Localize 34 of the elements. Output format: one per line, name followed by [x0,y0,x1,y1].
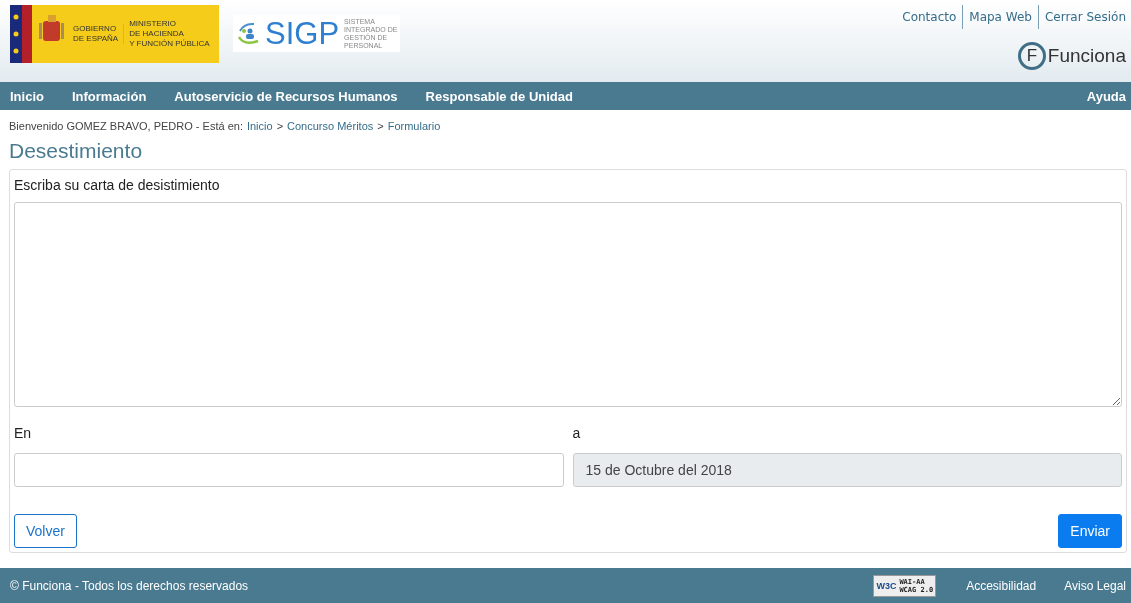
field-label: En [14,425,33,441]
breadcrumb-link[interactable]: Concurso Méritos [287,120,374,132]
help-link[interactable]: Ayuda [1086,88,1126,104]
header-link[interactable]: Cerrar Sesión [1037,5,1126,29]
footer-link[interactable]: Accesibilidad [966,578,1037,593]
place-field[interactable] [14,453,564,487]
logo-text: DE ESPAÑA [73,34,119,44]
footer-link[interactable]: Aviso Legal [1064,578,1126,593]
logo-text: DE HACIENDA [129,29,185,39]
welcome-text: Bienvenido GOMEZ BRAVO, PEDRO - Está en: [9,120,243,132]
breadcrumb-link[interactable]: Inicio [246,120,273,132]
breadcrumb-link[interactable]: Formulario [387,120,441,132]
nav-item[interactable]: Inicio [10,88,44,104]
send-button[interactable]: Enviar [1058,514,1122,548]
nav-item[interactable]: Autoservicio de Recursos Humanos [174,88,398,104]
letter-field[interactable] [14,202,1122,407]
breadcrumb-separator: > [377,120,384,132]
copyright-text: © Funciona - Todos los derechos reservados [10,578,249,593]
header-link[interactable]: Contacto [896,5,963,29]
nav-item[interactable]: Responsable de Unidad [425,88,573,104]
breadcrumb-separator: > [276,120,284,132]
nav-item[interactable]: Información [71,88,147,104]
page-title: Desestimiento [9,139,144,163]
logo-text: Y FUNCIÓN PÚBLICA [129,39,210,49]
header-link[interactable]: Mapa Web [962,5,1038,29]
logo-text: GOBIERNO [73,24,118,34]
field-label: a [572,425,582,441]
logo-text: SIGP [265,15,340,52]
brand-name: Funciona [1047,45,1126,67]
badge-text: W3C [876,580,897,591]
logo-text: MINISTERIO [129,19,177,29]
brand-icon: F [1017,42,1046,70]
field-label: Escriba su carta de desistimiento [14,177,221,193]
back-button[interactable]: Volver [14,514,77,548]
